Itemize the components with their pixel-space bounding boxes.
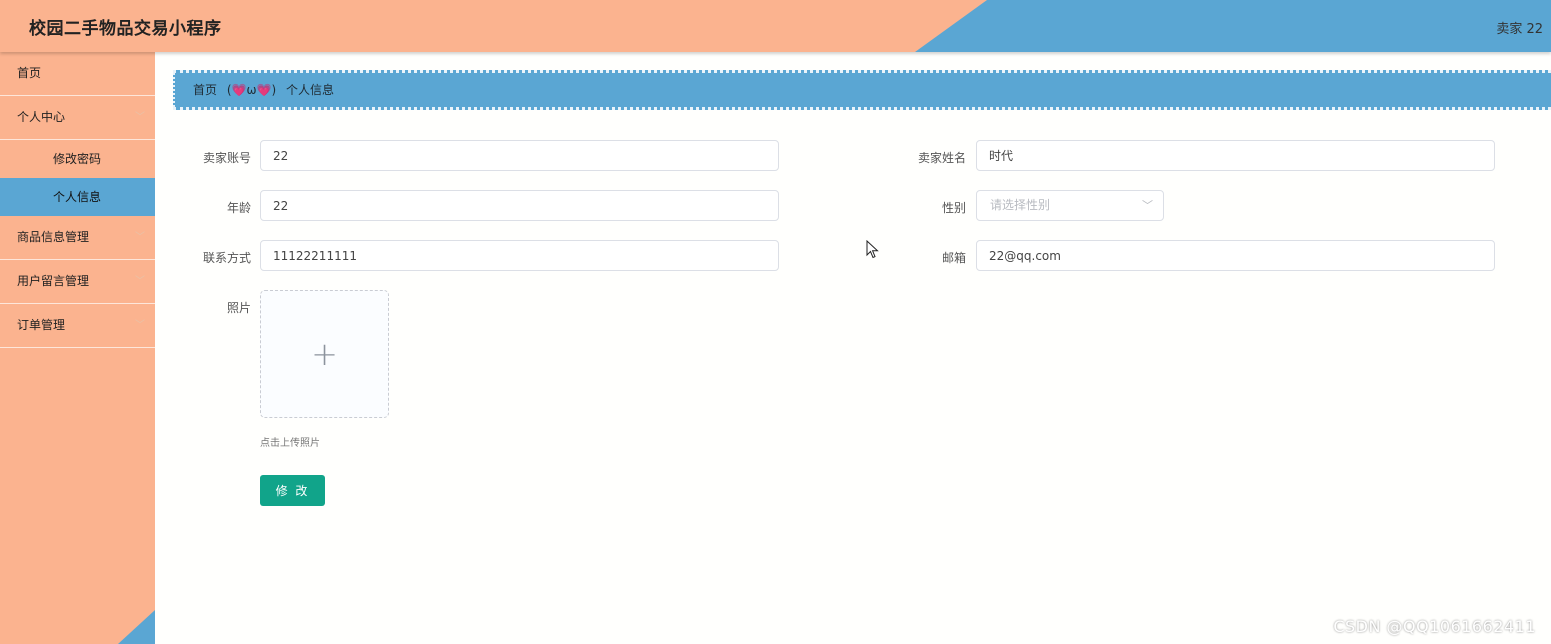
photo-upload[interactable]: + bbox=[260, 290, 389, 418]
sidebar-item-home[interactable]: 首页 bbox=[0, 52, 155, 96]
submit-button[interactable]: 修 改 bbox=[260, 475, 325, 506]
sidebar-item-label: 个人中心 bbox=[17, 110, 66, 124]
sidebar-subitem-personal-info[interactable]: 个人信息 bbox=[0, 178, 155, 216]
chevron-down-icon: ﹀ bbox=[135, 320, 145, 331]
sidebar-item-label: 用户留言管理 bbox=[17, 274, 90, 288]
breadcrumb-separator: (💗ω💗) bbox=[226, 83, 277, 97]
breadcrumb: 首页 (💗ω💗) 个人信息 bbox=[173, 70, 1551, 110]
sidebar-item-message-management[interactable]: 用户留言管理 ﹀ bbox=[0, 260, 155, 304]
chevron-down-icon: ﹀ bbox=[135, 232, 145, 243]
current-user-label[interactable]: 卖家 22 bbox=[1496, 18, 1543, 37]
sidebar-item-order-management[interactable]: 订单管理 ﹀ bbox=[0, 304, 155, 348]
sidebar-item-label: 商品信息管理 bbox=[17, 230, 90, 244]
mouse-cursor-icon bbox=[866, 240, 879, 259]
sidebar-item-product-management[interactable]: 商品信息管理 ﹀ bbox=[0, 216, 155, 260]
account-label: 卖家账号 bbox=[202, 151, 251, 165]
email-input[interactable] bbox=[976, 240, 1495, 271]
photo-label: 照片 bbox=[226, 301, 251, 315]
breadcrumb-home[interactable]: 首页 bbox=[193, 83, 217, 97]
age-input[interactable] bbox=[260, 190, 779, 221]
sidebar-item-label: 首页 bbox=[17, 66, 42, 80]
contact-input[interactable] bbox=[260, 240, 779, 271]
gender-label: 性别 bbox=[941, 201, 966, 215]
header-accent-shape bbox=[915, 0, 1551, 52]
app-header: 校园二手物品交易小程序 卖家 22 bbox=[0, 0, 1551, 52]
app-title: 校园二手物品交易小程序 bbox=[29, 19, 222, 39]
name-input[interactable] bbox=[976, 140, 1495, 171]
account-input[interactable] bbox=[260, 140, 779, 171]
email-label: 邮箱 bbox=[941, 251, 966, 265]
name-label: 卖家姓名 bbox=[917, 151, 966, 165]
sidebar-accent-shape bbox=[118, 610, 155, 644]
sidebar-item-personal-center[interactable]: 个人中心 ﹀ bbox=[0, 96, 155, 140]
sidebar-item-label: 订单管理 bbox=[17, 318, 66, 332]
chevron-down-icon: ﹀ bbox=[135, 112, 145, 123]
breadcrumb-current: 个人信息 bbox=[285, 83, 334, 97]
plus-icon: + bbox=[311, 335, 338, 373]
upload-tip: 点击上传照片 bbox=[260, 438, 320, 449]
chevron-down-icon: ﹀ bbox=[1142, 199, 1153, 212]
gender-select-placeholder: 请选择性别 bbox=[990, 198, 1051, 212]
watermark: CSDN @QQ1061662411 bbox=[1333, 617, 1536, 636]
gender-select[interactable]: 请选择性别 ﹀ bbox=[976, 190, 1164, 221]
sidebar-subitem-change-password[interactable]: 修改密码 bbox=[0, 140, 155, 178]
contact-label: 联系方式 bbox=[202, 251, 251, 265]
age-label: 年龄 bbox=[226, 201, 251, 215]
sidebar: 首页 个人中心 ﹀ 修改密码 个人信息 商品信息管理 ﹀ 用户留言管理 ﹀ 订单… bbox=[0, 52, 155, 644]
chevron-down-icon: ﹀ bbox=[135, 276, 145, 287]
